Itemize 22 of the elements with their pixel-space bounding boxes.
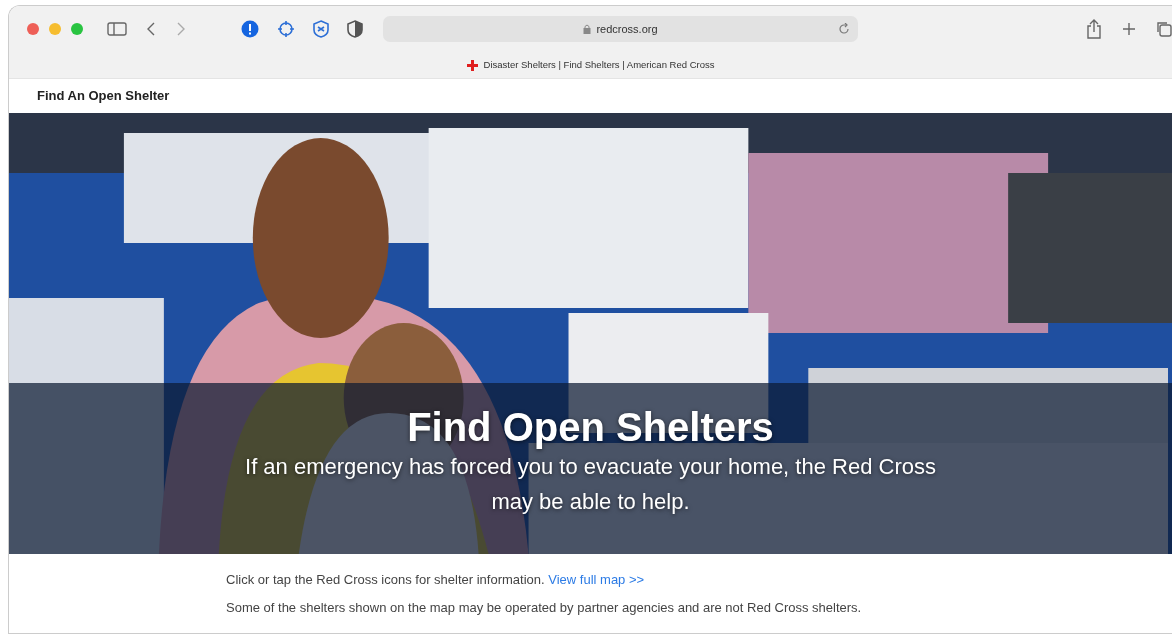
privacy-icon[interactable] [347, 20, 363, 38]
alert-icon[interactable] [241, 20, 259, 38]
info-text: Click or tap the Red Cross icons for shelter information. [226, 572, 545, 587]
address-text: redcross.org [596, 21, 658, 37]
page-heading: Find An Open Shelter [37, 87, 170, 106]
browser-tab[interactable]: Disaster Shelters | Find Shelters | American Red Cross [9, 52, 1172, 79]
address-bar[interactable]: redcross.org [383, 16, 858, 42]
new-tab-icon[interactable] [1122, 22, 1136, 36]
target-icon[interactable] [277, 20, 295, 38]
tabs-overview-icon[interactable] [1156, 21, 1172, 37]
hero-title: Find Open Shelters [407, 405, 774, 449]
lock-icon [583, 24, 592, 34]
sidebar-icon[interactable] [107, 21, 127, 37]
cross-icon [466, 59, 478, 71]
share-icon[interactable] [1086, 19, 1102, 39]
shield-icon[interactable] [313, 20, 329, 38]
reload-icon[interactable] [838, 23, 850, 35]
note-text: Some of the shelters shown on the map may be operated by partner agencies and are not Red Cross shelters. [226, 599, 862, 615]
back-icon[interactable] [145, 21, 157, 37]
close-button[interactable] [27, 23, 39, 35]
view-map-link[interactable]: View full map >> [548, 572, 645, 587]
hero-subtitle: If an emergency has forced you to evacuate your home, the Red Cross may be able to help. [244, 453, 937, 517]
